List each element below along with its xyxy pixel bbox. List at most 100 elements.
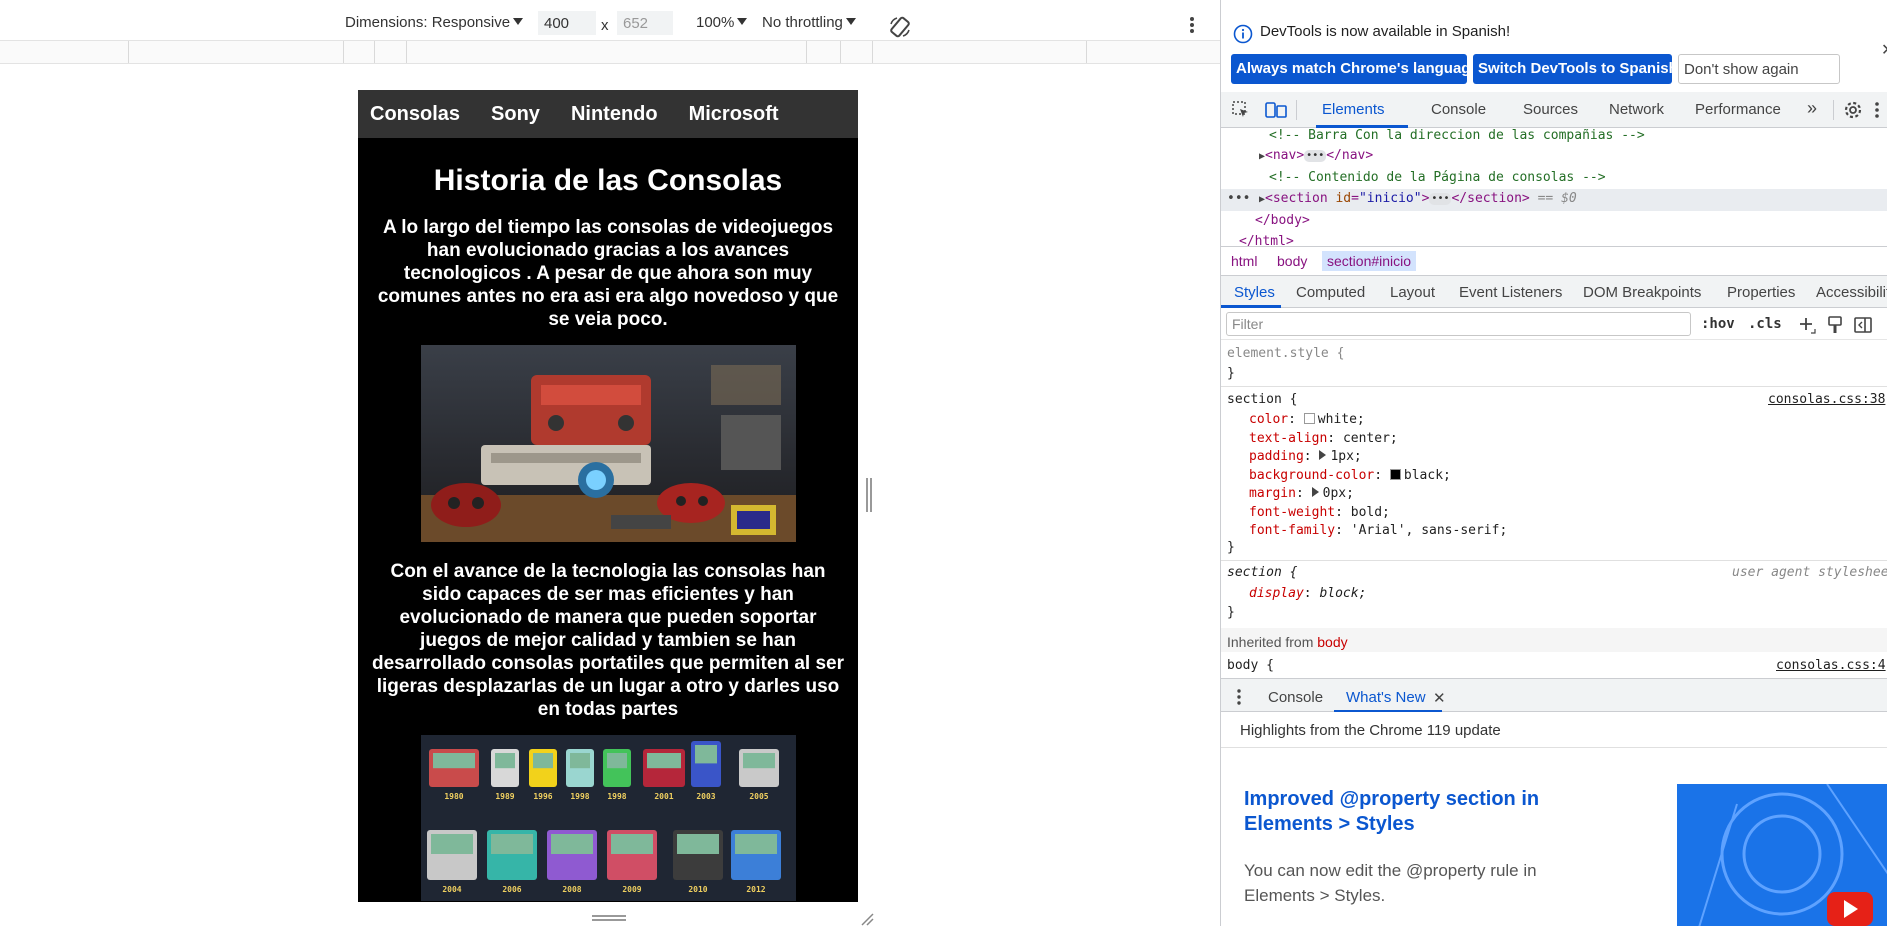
section-attr-value: "inicio": [1358, 191, 1422, 206]
source-link[interactable]: consolas.css:38: [1768, 392, 1885, 407]
css-declaration[interactable]: padding: 1px;: [1249, 449, 1362, 464]
switch-to-spanish-button[interactable]: Switch DevTools to Spanish: [1473, 54, 1678, 84]
filter-input[interactable]: [1226, 312, 1691, 336]
tab-network[interactable]: Network: [1609, 101, 1664, 118]
expand-triangle-icon[interactable]: [1311, 487, 1319, 497]
css-property: margin: [1249, 486, 1296, 501]
year-label: 2006: [502, 885, 521, 894]
more-options-icon[interactable]: [1184, 15, 1200, 35]
close-brace: }: [1227, 605, 1235, 620]
tab-accessibility[interactable]: Accessibility: [1816, 284, 1887, 301]
divider: [1221, 560, 1887, 561]
tab-event-listeners[interactable]: Event Listeners: [1459, 284, 1562, 301]
resize-handle-right[interactable]: [866, 478, 872, 512]
year-label: 1998: [607, 792, 626, 801]
year-label: 1998: [570, 792, 589, 801]
drawer-menu-icon[interactable]: [1234, 688, 1244, 706]
paint-brush-icon[interactable]: [1826, 315, 1844, 335]
css-property: text-align: [1249, 430, 1328, 446]
rule-selector[interactable]: section {: [1227, 392, 1297, 407]
cls-toggle[interactable]: .cls: [1748, 316, 1782, 332]
always-match-language-button[interactable]: Always match Chrome's language: [1231, 54, 1479, 84]
tab-performance[interactable]: Performance: [1695, 101, 1781, 118]
breadcrumb-html[interactable]: html: [1231, 253, 1257, 269]
ellipsis-icon[interactable]: •••: [1304, 150, 1327, 162]
nav-link-consolas[interactable]: Consolas: [370, 103, 460, 126]
nav-link-nintendo[interactable]: Nintendo: [571, 103, 658, 126]
dom-node-nav[interactable]: ▶<nav> ••• </nav>: [1259, 148, 1373, 163]
highlights-heading: Highlights from the Chrome 119 update: [1221, 712, 1887, 748]
element-style-selector[interactable]: element.style {: [1227, 346, 1344, 361]
year-label: 2005: [749, 792, 768, 801]
year-label: 2010: [688, 885, 707, 894]
dom-html-close: </html>: [1239, 234, 1294, 246]
source-link[interactable]: consolas.css:4: [1776, 658, 1886, 673]
whats-new-title-link[interactable]: Improved @property section in Elements >…: [1244, 787, 1574, 837]
dom-node-section[interactable]: ▶<section id="inicio"> ••• </section> == $…: [1259, 191, 1577, 206]
toggle-sidebar-icon[interactable]: [1853, 315, 1873, 335]
tab-layout[interactable]: Layout: [1390, 284, 1435, 301]
breadcrumb-section[interactable]: section#inicio: [1322, 251, 1417, 271]
tab-dom-breakpoints[interactable]: DOM Breakpoints: [1583, 284, 1701, 301]
styles-filter-row: :hov .cls: [1221, 308, 1887, 340]
close-tab-icon[interactable]: ✕: [1433, 689, 1446, 707]
breadcrumb-body[interactable]: body: [1277, 253, 1307, 269]
nav-link-microsoft[interactable]: Microsoft: [689, 103, 779, 126]
user-agent-source: user agent stylesheet: [1732, 565, 1887, 580]
resize-corner-icon[interactable]: [860, 912, 874, 926]
inspect-element-icon[interactable]: [1231, 100, 1251, 120]
drawer-tab-whats-new[interactable]: What's New: [1346, 689, 1426, 706]
device-toggle-icon[interactable]: [1265, 100, 1287, 120]
tab-computed[interactable]: Computed: [1296, 284, 1365, 301]
css-declaration[interactable]: color: white;: [1249, 412, 1365, 427]
hov-toggle[interactable]: :hov: [1701, 316, 1735, 332]
css-declaration[interactable]: display: block;: [1249, 586, 1366, 601]
height-input[interactable]: [617, 11, 673, 35]
ruler-tick: [128, 41, 129, 63]
tab-styles[interactable]: Styles: [1234, 284, 1275, 301]
zoom-select[interactable]: 100%: [696, 14, 748, 31]
more-tabs-icon[interactable]: »: [1807, 98, 1817, 119]
expand-triangle-icon[interactable]: [1319, 450, 1327, 460]
section-inicio: Historia de las Consolas A lo largo del …: [358, 162, 858, 901]
body-rule-selector[interactable]: body {: [1227, 658, 1274, 673]
css-declaration[interactable]: text-align: center;: [1249, 431, 1398, 446]
more-options-icon[interactable]: [1872, 100, 1882, 120]
width-input[interactable]: [538, 11, 596, 35]
inherited-tag[interactable]: body: [1317, 634, 1347, 650]
dom-row-dots[interactable]: •••: [1227, 191, 1250, 206]
dont-show-again-button[interactable]: Don't show again: [1678, 54, 1840, 84]
media-query-ruler[interactable]: [0, 40, 1220, 64]
divider: [1833, 100, 1834, 120]
settings-gear-icon[interactable]: [1843, 100, 1863, 120]
throttling-select[interactable]: No throttling: [762, 14, 856, 31]
close-brace: }: [1227, 366, 1235, 381]
section-open-tag: <section: [1265, 191, 1328, 206]
css-property: color: [1249, 412, 1289, 427]
tab-elements[interactable]: Elements: [1322, 101, 1385, 118]
drawer-tab-console[interactable]: Console: [1268, 689, 1323, 706]
divider: [1296, 100, 1297, 120]
ruler-tick: [840, 41, 841, 63]
color-swatch-icon[interactable]: [1389, 468, 1401, 480]
css-declaration[interactable]: background-color: black;: [1249, 468, 1451, 483]
tab-sources[interactable]: Sources: [1523, 101, 1578, 118]
tab-properties[interactable]: Properties: [1727, 284, 1795, 301]
close-icon[interactable]: ✕: [1881, 40, 1887, 60]
rotate-icon[interactable]: [888, 15, 912, 39]
new-style-rule-icon[interactable]: [1797, 315, 1817, 335]
resize-handle-bottom[interactable]: [592, 915, 626, 921]
dimensions-select[interactable]: Dimensions: Responsive: [345, 14, 524, 31]
ellipsis-icon[interactable]: •••: [1429, 193, 1452, 205]
dom-comment: <!-- Barra Con la direccion de las compa…: [1269, 128, 1645, 143]
caret-down-icon: [845, 18, 856, 25]
ua-rule-selector[interactable]: section {: [1227, 565, 1297, 580]
nav-link-sony[interactable]: Sony: [491, 103, 540, 126]
css-declaration[interactable]: font-weight: bold;: [1249, 505, 1390, 520]
tab-console[interactable]: Console: [1431, 101, 1486, 118]
css-declaration[interactable]: font-family: 'Arial', sans-serif;: [1249, 523, 1507, 538]
retro-consoles-image: [420, 345, 796, 542]
whats-new-video-thumbnail[interactable]: [1677, 784, 1887, 926]
css-declaration[interactable]: margin: 0px;: [1249, 486, 1354, 501]
color-swatch-icon[interactable]: [1303, 413, 1315, 424]
